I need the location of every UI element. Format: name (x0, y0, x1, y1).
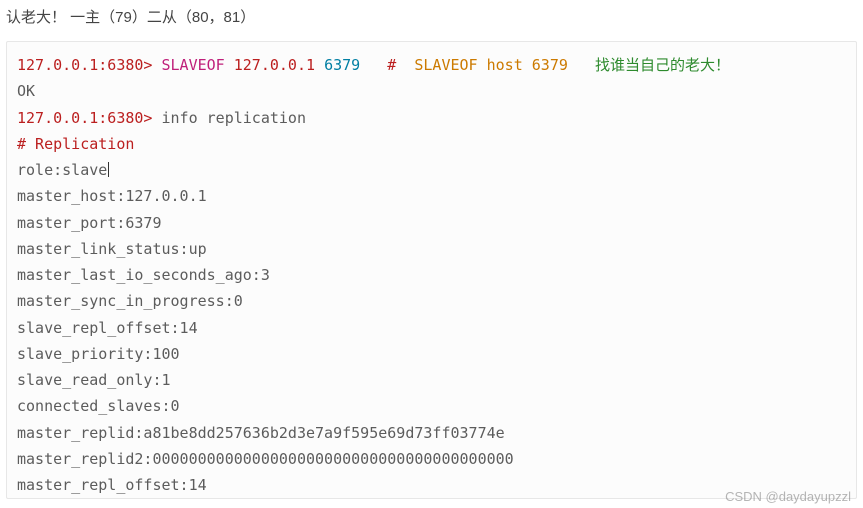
master-host-line: master_host:127.0.0.1 (17, 183, 846, 209)
slave-read-only-line: slave_read_only:1 (17, 367, 846, 393)
slaveof-keyword: SLAVEOF (162, 56, 225, 74)
master-replid-line: master_replid:a81be8dd257636b2d3e7a9f595… (17, 420, 846, 446)
master-port-line: master_port:6379 (17, 210, 846, 236)
connected-slaves-line: connected_slaves:0 (17, 393, 846, 419)
master-repl-offset-line: master_repl_offset:14 (17, 472, 846, 498)
code-block: 127.0.0.1:6380> SLAVEOF 127.0.0.1 6379 #… (6, 41, 857, 499)
info-cmd: info replication (162, 109, 307, 127)
master-replid2-line: master_replid2:0000000000000000000000000… (17, 446, 846, 472)
text-cursor (108, 162, 109, 177)
hash-symbol: # (387, 56, 396, 74)
master-link-status-line: master_link_status:up (17, 236, 846, 262)
comment-chinese: 找谁当自己的老大！ (595, 56, 730, 74)
header-text: 认老大！ 一主（79）二从（80，81） (0, 0, 863, 31)
cmd-line-1: 127.0.0.1:6380> SLAVEOF 127.0.0.1 6379 #… (17, 52, 846, 78)
cmd-line-2: 127.0.0.1:6380> info replication (17, 105, 846, 131)
prompt: 127.0.0.1:6380> (17, 109, 152, 127)
slave-priority-line: slave_priority:100 (17, 341, 846, 367)
master-last-io-line: master_last_io_seconds_ago:3 (17, 262, 846, 288)
master-sync-line: master_sync_in_progress:0 (17, 288, 846, 314)
watermark: CSDN @daydayupzzl (725, 489, 851, 504)
comment-slaveof: SLAVEOF host 6379 (414, 56, 568, 74)
host-arg: 127.0.0.1 (234, 56, 315, 74)
slave-repl-offset-line: slave_repl_offset:14 (17, 315, 846, 341)
replication-section: # Replication (17, 131, 846, 157)
port-arg: 6379 (324, 56, 360, 74)
ok-line: OK (17, 78, 846, 104)
prompt: 127.0.0.1:6380> (17, 56, 152, 74)
role-line: role:slave (17, 157, 846, 183)
